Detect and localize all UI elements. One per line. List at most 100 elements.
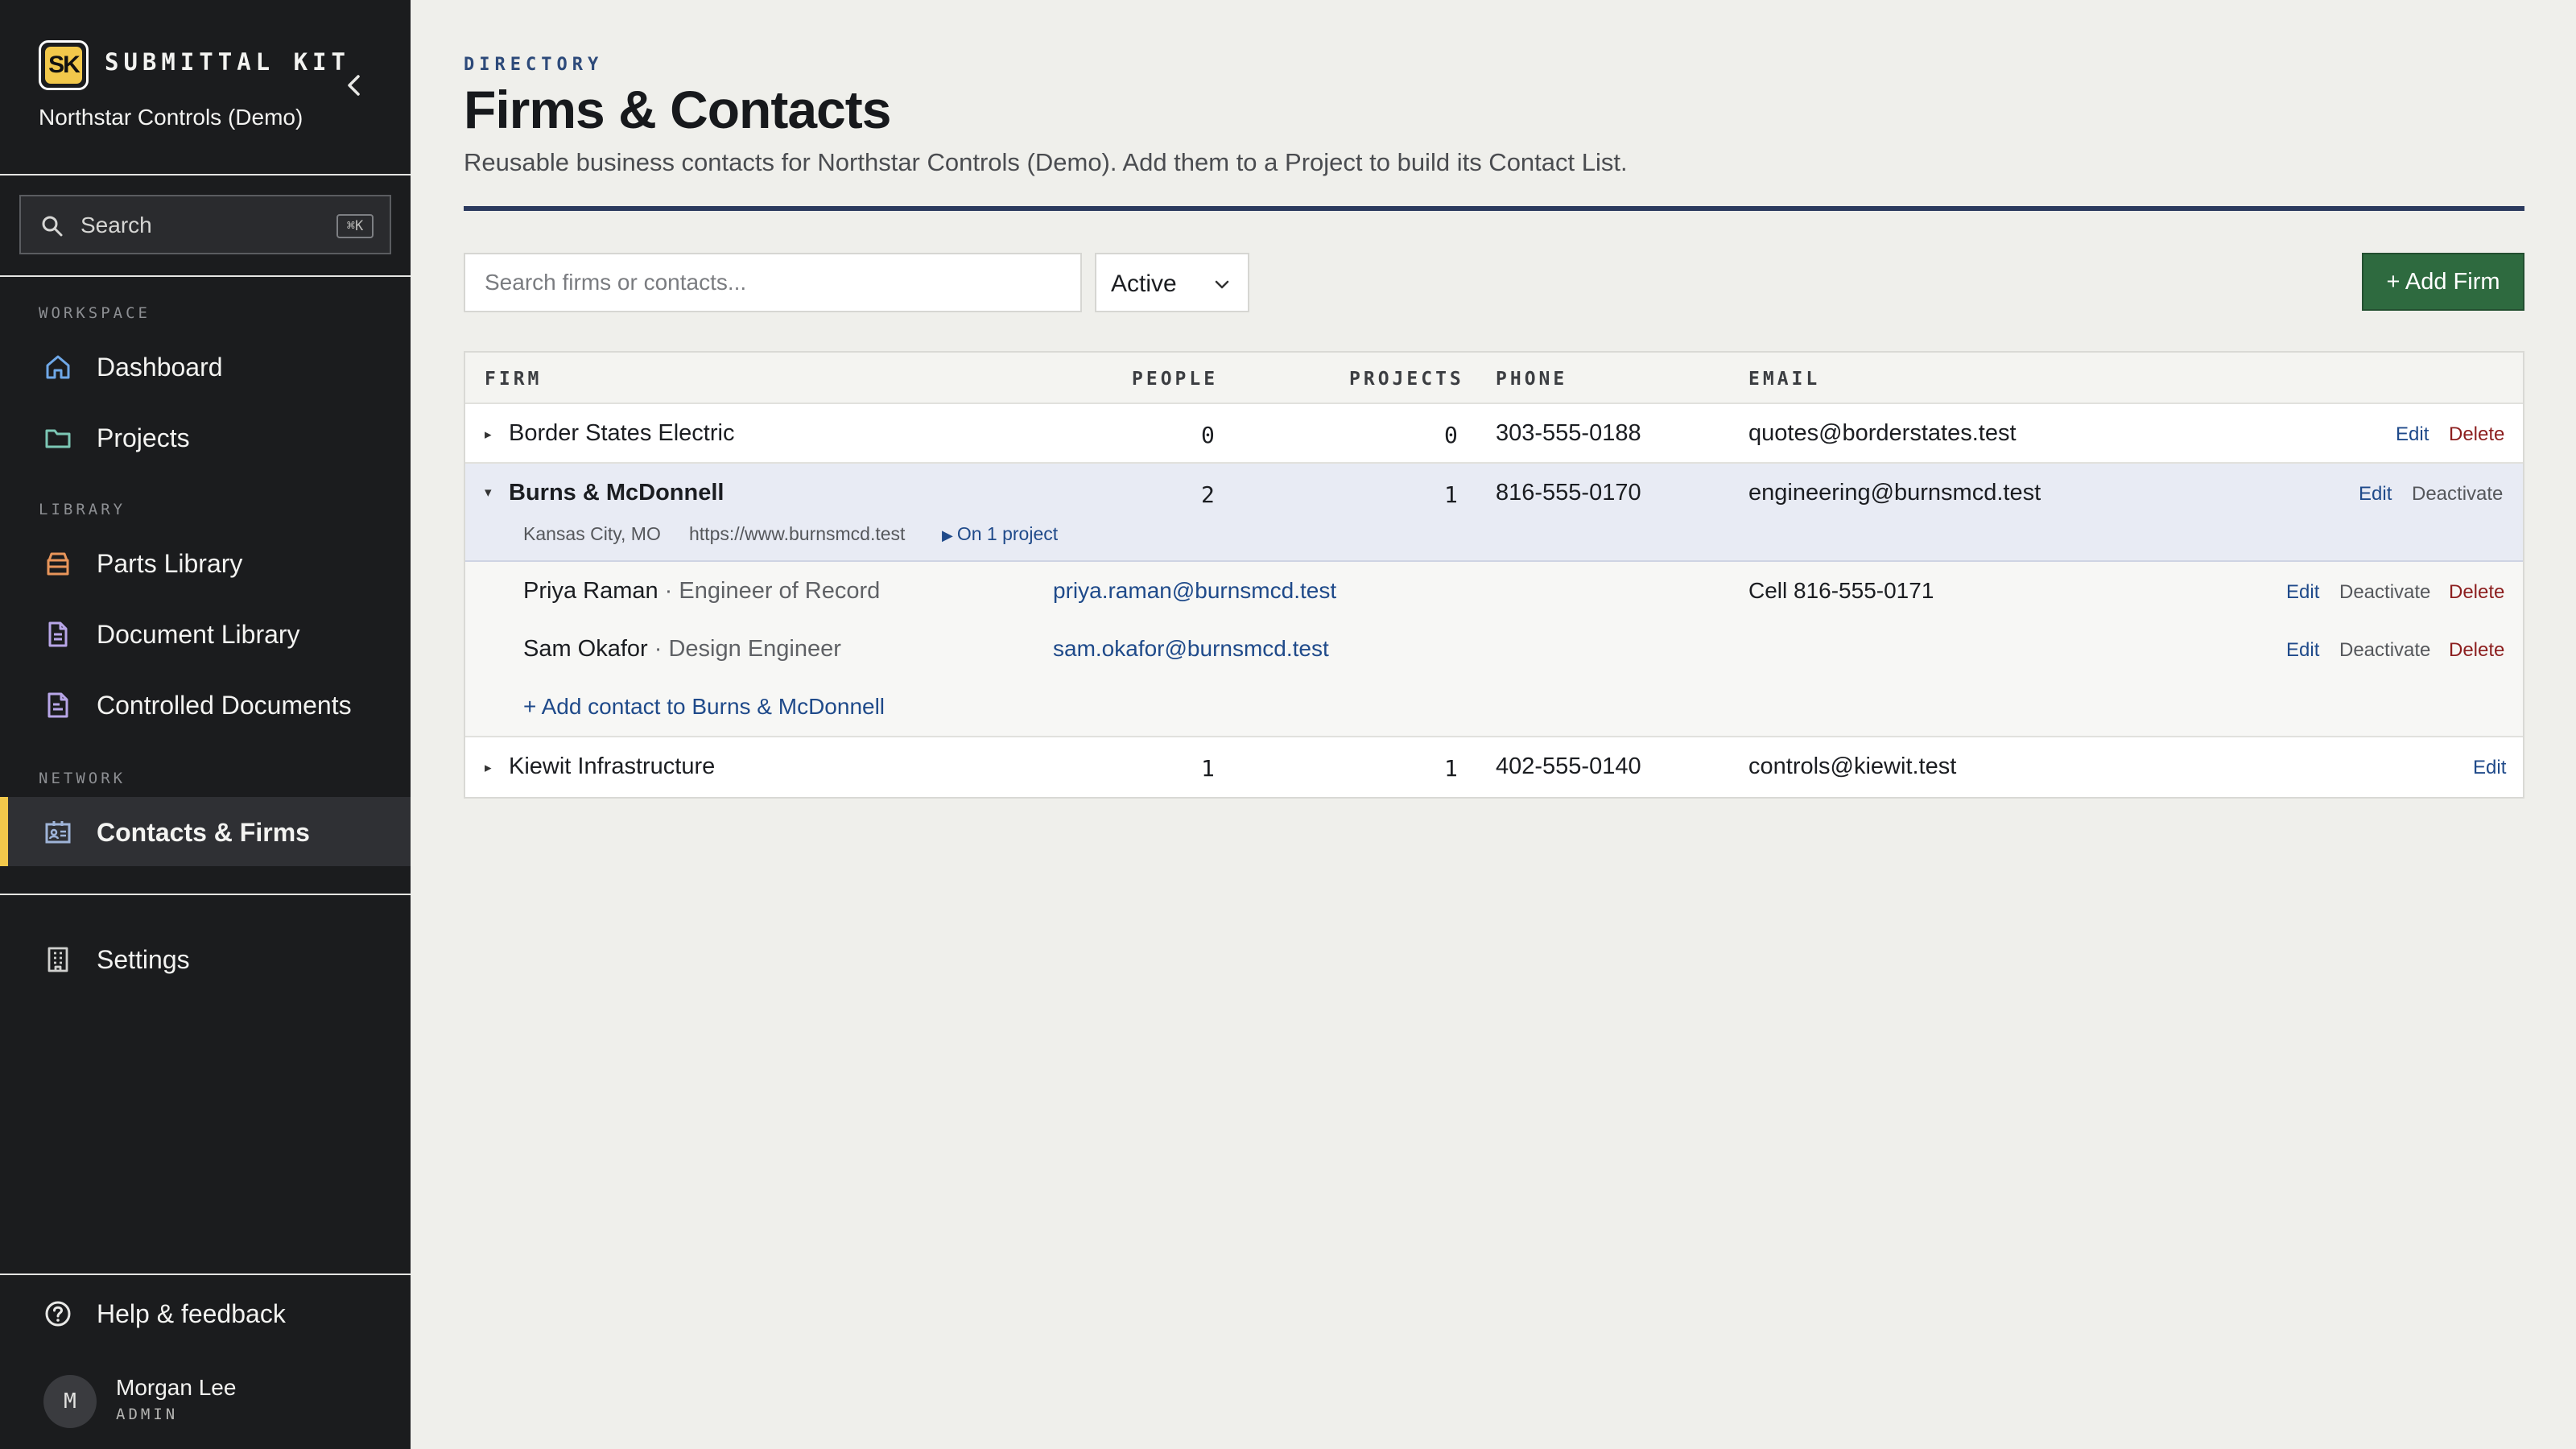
column-header-phone[interactable]: PHONE <box>1496 369 1567 390</box>
firm-phone: 402-555-0140 <box>1496 753 1641 779</box>
title-rule <box>464 206 2524 211</box>
table-header: FIRM PEOPLE PROJECTS PHONE EMAIL <box>465 353 2523 404</box>
contact-card-icon <box>45 821 71 844</box>
firms-table: FIRM PEOPLE PROJECTS PHONE EMAIL ▸ Borde… <box>464 351 2524 799</box>
firm-name[interactable]: Burns & McDonnell <box>509 480 724 506</box>
status-filter-value: Active <box>1111 270 1177 297</box>
play-triangle-icon: ▶ <box>942 527 957 543</box>
projects-link-label: On 1 project <box>956 523 1059 544</box>
contact-name[interactable]: Priya Raman · Engineer of Record <box>523 578 880 605</box>
contact-name-text: Sam Okafor <box>523 636 648 662</box>
org-name: Northstar Controls (Demo) <box>39 105 303 130</box>
firm-email: engineering@burnsmcd.test <box>1748 480 2041 506</box>
table-row[interactable]: ▸ Border States Electric 0 0 303-555-018… <box>465 404 2523 464</box>
people-count: 2 <box>1201 481 1215 508</box>
section-label-network: NETWORK <box>39 770 126 787</box>
table-row[interactable]: ▸ Kiewit Infrastructure 1 1 402-555-0140… <box>465 737 2523 797</box>
edit-button[interactable]: Edit <box>2359 483 2392 506</box>
search-shortcut: ⌘K <box>336 214 374 238</box>
firm-location: Kansas City, MO <box>523 523 661 544</box>
brand: SK SUBMITTAL KIT Northstar Controls (Dem… <box>39 40 377 137</box>
sidebar-item-document-library[interactable]: Document Library <box>0 599 411 668</box>
divider <box>0 174 411 175</box>
brand-name: SUBMITTAL KIT <box>105 48 350 76</box>
help-icon <box>45 1301 71 1327</box>
sidebar-item-label: Document Library <box>97 620 300 649</box>
main-content: DIRECTORY Firms & Contacts Reusable busi… <box>411 0 2576 1449</box>
user-role: ADMIN <box>116 1406 179 1423</box>
contact-role: · Engineer of Record <box>658 578 881 604</box>
search-label: Search <box>80 213 152 237</box>
column-header-email[interactable]: EMAIL <box>1748 369 1820 390</box>
delete-button[interactable]: Delete <box>2449 423 2504 446</box>
collapse-caret-icon[interactable]: ▾ <box>485 485 492 501</box>
edit-button[interactable]: Edit <box>2286 581 2319 604</box>
firm-website[interactable]: https://www.burnsmcd.test <box>689 523 905 545</box>
projects-count: 1 <box>1444 755 1458 782</box>
sidebar-item-parts-library[interactable]: Parts Library <box>0 528 411 597</box>
section-label-library: LIBRARY <box>39 501 126 518</box>
contact-phone: Cell 816-555-0171 <box>1748 578 1934 603</box>
sidebar-item-help[interactable]: Help & feedback <box>0 1278 411 1348</box>
contacts-panel: Priya Raman · Engineer of Record priya.r… <box>465 562 2523 737</box>
home-icon <box>46 355 70 379</box>
projects-count: 0 <box>1444 422 1458 448</box>
sidebar-item-settings[interactable]: Settings <box>0 924 411 993</box>
add-contact-link[interactable]: + Add contact to Burns & McDonnell <box>523 694 885 720</box>
delete-button[interactable]: Delete <box>2449 639 2504 662</box>
folder-icon <box>45 429 71 448</box>
contact-name[interactable]: Sam Okafor · Design Engineer <box>523 636 841 663</box>
edit-button[interactable]: Edit <box>2286 639 2319 662</box>
expand-caret-icon[interactable]: ▸ <box>485 427 492 443</box>
sidebar-item-contacts-firms[interactable]: Contacts & Firms <box>0 797 411 866</box>
edit-button[interactable]: Edit <box>2396 423 2429 446</box>
sidebar-item-dashboard[interactable]: Dashboard <box>0 332 411 401</box>
firm-phone: 303-555-0188 <box>1496 420 1641 446</box>
search-input[interactable]: Search firms or contacts... <box>464 253 1082 312</box>
sidebar-search[interactable]: Search ⌘K <box>19 195 391 254</box>
sidebar-item-controlled-documents[interactable]: Controlled Documents <box>0 670 411 739</box>
avatar[interactable]: M <box>43 1375 97 1428</box>
contact-email-link[interactable]: priya.raman@burnsmcd.test <box>1053 578 1336 604</box>
firm-name[interactable]: Kiewit Infrastructure <box>509 753 715 780</box>
sidebar-item-label: Controlled Documents <box>97 691 352 720</box>
deactivate-button[interactable]: Deactivate <box>2339 639 2430 662</box>
delete-button[interactable]: Delete <box>2449 581 2504 604</box>
page-title: Firms & Contacts <box>464 80 891 139</box>
sidebar-item-projects[interactable]: Projects <box>0 402 411 472</box>
add-firm-button[interactable]: + Add Firm <box>2362 253 2524 311</box>
expand-caret-icon[interactable]: ▸ <box>485 760 492 776</box>
page-subtitle: Reusable business contacts for Northstar… <box>464 148 1628 176</box>
logo-text: SK <box>45 47 82 84</box>
section-label-workspace: WORKSPACE <box>39 304 151 322</box>
firm-email: controls@kiewit.test <box>1748 753 1957 779</box>
deactivate-button[interactable]: Deactivate <box>2339 581 2430 604</box>
app-logo[interactable]: SK <box>39 40 89 90</box>
table-row-expanded[interactable]: ▾ Burns & McDonnell 2 1 816-555-0170 eng… <box>465 464 2523 562</box>
projects-toggle[interactable]: ▶ On 1 project <box>942 523 1058 545</box>
people-count: 0 <box>1201 422 1215 448</box>
column-header-people[interactable]: PEOPLE <box>1132 369 1218 390</box>
contact-row: Sam Okafor · Design Engineer sam.okafor@… <box>465 620 2523 678</box>
sidebar-item-label: Projects <box>97 423 190 452</box>
column-header-firm[interactable]: FIRM <box>485 369 542 390</box>
sidebar-item-label: Dashboard <box>97 353 223 382</box>
deactivate-button[interactable]: Deactivate <box>2412 483 2503 506</box>
status-filter-select[interactable]: Active <box>1095 253 1249 312</box>
box-icon <box>47 552 69 576</box>
controlled-document-icon <box>47 692 68 718</box>
firm-name[interactable]: Border States Electric <box>509 420 734 447</box>
contact-name-text: Priya Raman <box>523 578 658 604</box>
edit-button[interactable]: Edit <box>2473 757 2506 779</box>
building-icon <box>47 947 68 972</box>
projects-count: 1 <box>1444 481 1458 508</box>
sidebar-item-label: Settings <box>97 945 190 974</box>
column-header-projects[interactable]: PROJECTS <box>1349 369 1464 390</box>
user-name: Morgan Lee <box>116 1375 237 1400</box>
divider <box>0 275 411 277</box>
firm-email: quotes@borderstates.test <box>1748 420 2017 446</box>
collapse-sidebar-button[interactable] <box>338 69 370 101</box>
chevron-left-icon <box>348 75 360 96</box>
contact-email-link[interactable]: sam.okafor@burnsmcd.test <box>1053 636 1329 662</box>
search-icon <box>42 216 63 237</box>
